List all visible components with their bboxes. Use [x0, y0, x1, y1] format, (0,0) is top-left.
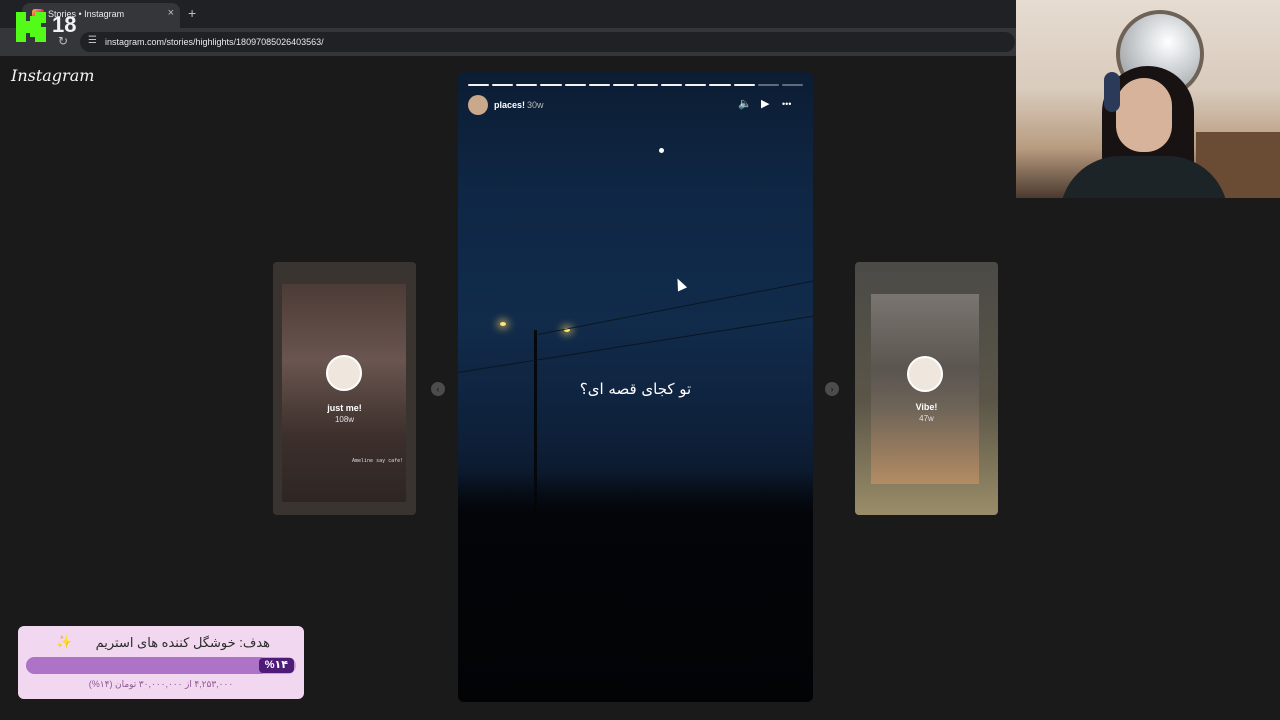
viewer-badge: 18 [52, 12, 77, 37]
story-progress-segment [733, 84, 755, 86]
headset [1104, 72, 1120, 112]
prev-highlight-card[interactable]: just me! 108w Ameline say cafe! [273, 262, 416, 515]
story-progress-segment [564, 84, 586, 86]
goal-amount: ۴,۲۵۳,۰۰۰ از ۳۰,۰۰۰,۰۰۰ تومان (۱۴%) [88, 679, 234, 689]
story-progress-segment [636, 84, 659, 86]
story-progress-segment [588, 84, 610, 86]
street-lamp [500, 322, 506, 326]
prev-highlight-thumbnail [282, 284, 406, 502]
next-highlight-card[interactable]: Vibe! 47w [855, 262, 998, 515]
story-progress-segment [612, 84, 634, 86]
prev-highlight-time: 108w [334, 415, 355, 424]
kick-logo-icon [16, 12, 46, 42]
goal-percent-badge: %۱۴ [258, 658, 294, 673]
story-progress-segment [492, 84, 514, 86]
prev-story-arrow-icon[interactable]: ‹ [431, 382, 445, 396]
goal-progress-fill [26, 657, 268, 674]
moon [659, 148, 664, 153]
story-progress-segment [661, 84, 683, 86]
more-options-icon[interactable]: ••• [782, 99, 791, 109]
streamer-face [1116, 78, 1172, 152]
donation-goal-widget: ✨ هدف: خوشگل کننده های استریم %۱۴ ۴,۲۵۳,… [18, 626, 304, 699]
story-viewer[interactable]: places! 30w 🔈 ▶ ••• تو کجای قصه ای؟ [458, 72, 813, 702]
story-progress-segment [757, 84, 779, 86]
tab-close-button[interactable]: × [168, 7, 174, 19]
address-bar[interactable]: ☰ instagram.com/stories/highlights/18097… [80, 32, 1015, 52]
story-progress-bar [468, 84, 803, 86]
story-progress-segment [781, 84, 803, 86]
next-highlight-avatar [907, 356, 943, 392]
prev-highlight-note: Ameline say cafe! [352, 458, 404, 464]
prev-highlight-avatar [326, 355, 362, 391]
power-line [537, 280, 813, 335]
tune-icon[interactable]: ☰ [88, 35, 97, 46]
play-icon[interactable]: ▶ [761, 97, 769, 110]
story-avatar[interactable] [468, 95, 488, 115]
story-caption: تو کجای قصه ای؟ [579, 380, 692, 398]
next-story-arrow-icon[interactable]: › [825, 382, 839, 396]
next-highlight-time: 47w [919, 414, 934, 423]
story-username[interactable]: places! [494, 100, 525, 110]
story-progress-segment [516, 84, 538, 86]
prev-highlight-name: just me! [327, 403, 362, 413]
story-progress-segment [468, 84, 490, 86]
goal-title: هدف: خوشگل کننده های استریم [95, 635, 270, 650]
streamer-webcam [1016, 0, 1280, 198]
tree-silhouette [458, 472, 813, 702]
screen: Stories • Instagram × + ↻ ☰ instagram.co… [0, 0, 1280, 720]
next-highlight-name: Vibe! [915, 402, 938, 412]
story-progress-segment [540, 84, 562, 86]
story-progress-segment [685, 84, 707, 86]
new-tab-button[interactable]: + [188, 5, 196, 21]
url-text: instagram.com/stories/highlights/1809708… [105, 37, 324, 47]
mute-icon[interactable]: 🔈 [738, 97, 752, 110]
power-line [458, 315, 813, 373]
instagram-logo[interactable]: Instagram [11, 66, 94, 85]
sparkle-icon: ✨ [56, 634, 73, 649]
story-time: 30w [527, 100, 544, 110]
story-progress-segment [709, 84, 731, 86]
